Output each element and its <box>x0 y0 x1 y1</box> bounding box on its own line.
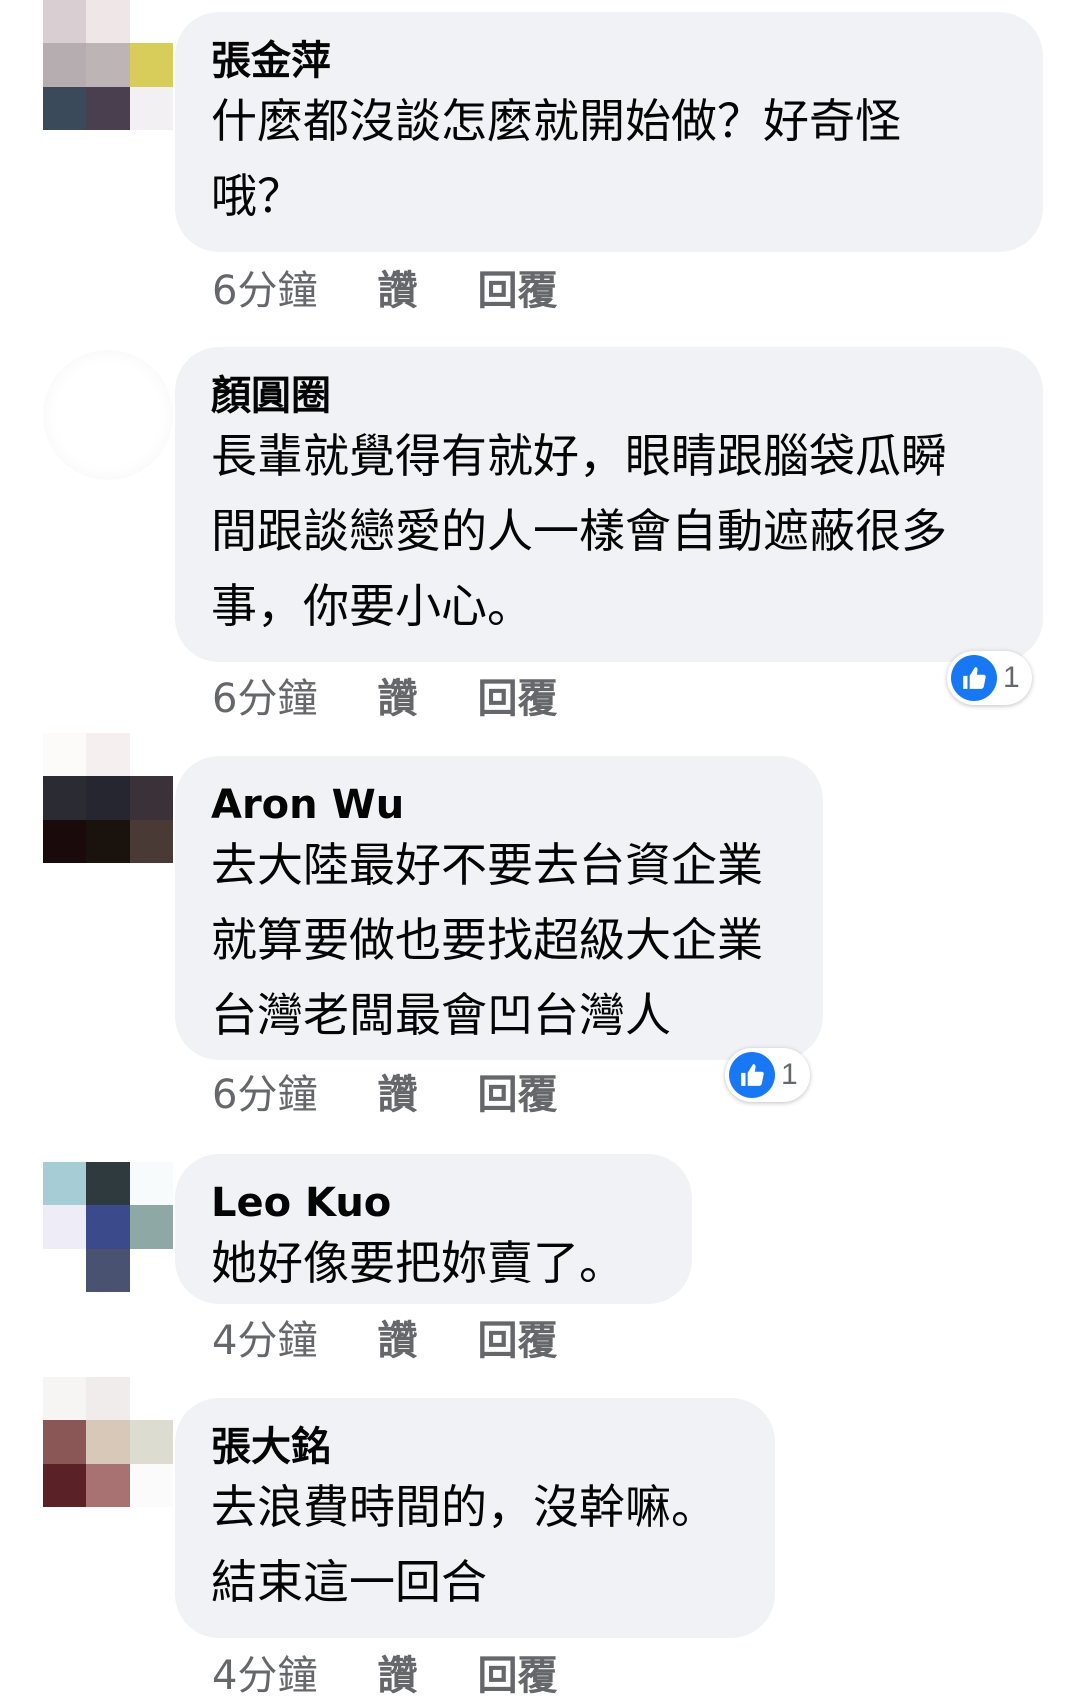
like-icon <box>729 1052 775 1098</box>
comment-author[interactable]: Leo Kuo <box>211 1180 654 1226</box>
comment-timestamp[interactable]: 6分鐘 <box>212 258 317 316</box>
comment-text: 去浪費時間的，沒幹嘛。 結束這一回合 <box>211 1480 717 1609</box>
comment-bubble: Leo Kuo 她好像要把妳賣了。 <box>175 1154 692 1304</box>
comment-actions: 4分鐘 讚 回覆 <box>212 1308 557 1366</box>
reply-button[interactable]: 回覆 <box>477 1643 557 1701</box>
comment-actions: 6分鐘 讚 回覆 <box>212 258 557 316</box>
like-button[interactable]: 讚 <box>377 1308 417 1366</box>
comment-bubble: 顏圓圈 長輩就覺得有就好，眼睛跟腦袋瓜瞬 間跟談戀愛的人一樣會自動遮蔽很多 事，… <box>175 347 1043 662</box>
like-button[interactable]: 讚 <box>377 1643 417 1701</box>
comment-text: 什麼都沒談怎麼就開始做？好奇怪 哦？ <box>211 94 901 223</box>
reaction-count: 1 <box>1003 661 1020 694</box>
comment-timestamp[interactable]: 4分鐘 <box>212 1308 317 1366</box>
avatar[interactable] <box>43 1377 173 1507</box>
reply-button[interactable]: 回覆 <box>477 1308 557 1366</box>
comment-bubble: Aron Wu 去大陸最好不要去台資企業 就算要做也要找超級大企業 台灣老闆最會… <box>175 756 823 1060</box>
comment-actions: 4分鐘 讚 回覆 <box>212 1643 557 1701</box>
comment-text: 去大陸最好不要去台資企業 就算要做也要找超級大企業 台灣老闆最會凹台灣人 <box>211 838 763 1042</box>
avatar[interactable] <box>43 733 173 863</box>
reply-button[interactable]: 回覆 <box>477 666 557 724</box>
comment-author[interactable]: 張金萍 <box>211 38 1005 84</box>
reply-button[interactable]: 回覆 <box>477 1062 557 1120</box>
comment-text: 她好像要把妳賣了。 <box>211 1236 625 1290</box>
comment-timestamp[interactable]: 4分鐘 <box>212 1643 317 1701</box>
comment-author[interactable]: 顏圓圈 <box>211 373 1005 419</box>
reaction-badge[interactable]: 1 <box>725 1048 810 1102</box>
comment-bubble: 張大銘 去浪費時間的，沒幹嘛。 結束這一回合 <box>175 1398 775 1638</box>
reply-button[interactable]: 回覆 <box>477 258 557 316</box>
comment-timestamp[interactable]: 6分鐘 <box>212 666 317 724</box>
comment-text: 長輩就覺得有就好，眼睛跟腦袋瓜瞬 間跟談戀愛的人一樣會自動遮蔽很多 事，你要小心… <box>211 429 947 633</box>
avatar[interactable] <box>43 1162 173 1292</box>
like-icon <box>951 655 997 701</box>
avatar[interactable] <box>43 350 173 480</box>
comment-bubble: 張金萍 什麼都沒談怎麼就開始做？好奇怪 哦？ <box>175 12 1043 252</box>
reaction-count: 1 <box>781 1058 798 1091</box>
reaction-badge[interactable]: 1 <box>947 651 1032 705</box>
avatar[interactable] <box>43 0 173 130</box>
comment-timestamp[interactable]: 6分鐘 <box>212 1062 317 1120</box>
comment-author[interactable]: 張大銘 <box>211 1424 737 1470</box>
comment-author[interactable]: Aron Wu <box>211 782 785 828</box>
comment-actions: 6分鐘 讚 回覆 <box>212 1062 557 1120</box>
like-button[interactable]: 讚 <box>377 258 417 316</box>
like-button[interactable]: 讚 <box>377 666 417 724</box>
comment-actions: 6分鐘 讚 回覆 <box>212 666 557 724</box>
like-button[interactable]: 讚 <box>377 1062 417 1120</box>
